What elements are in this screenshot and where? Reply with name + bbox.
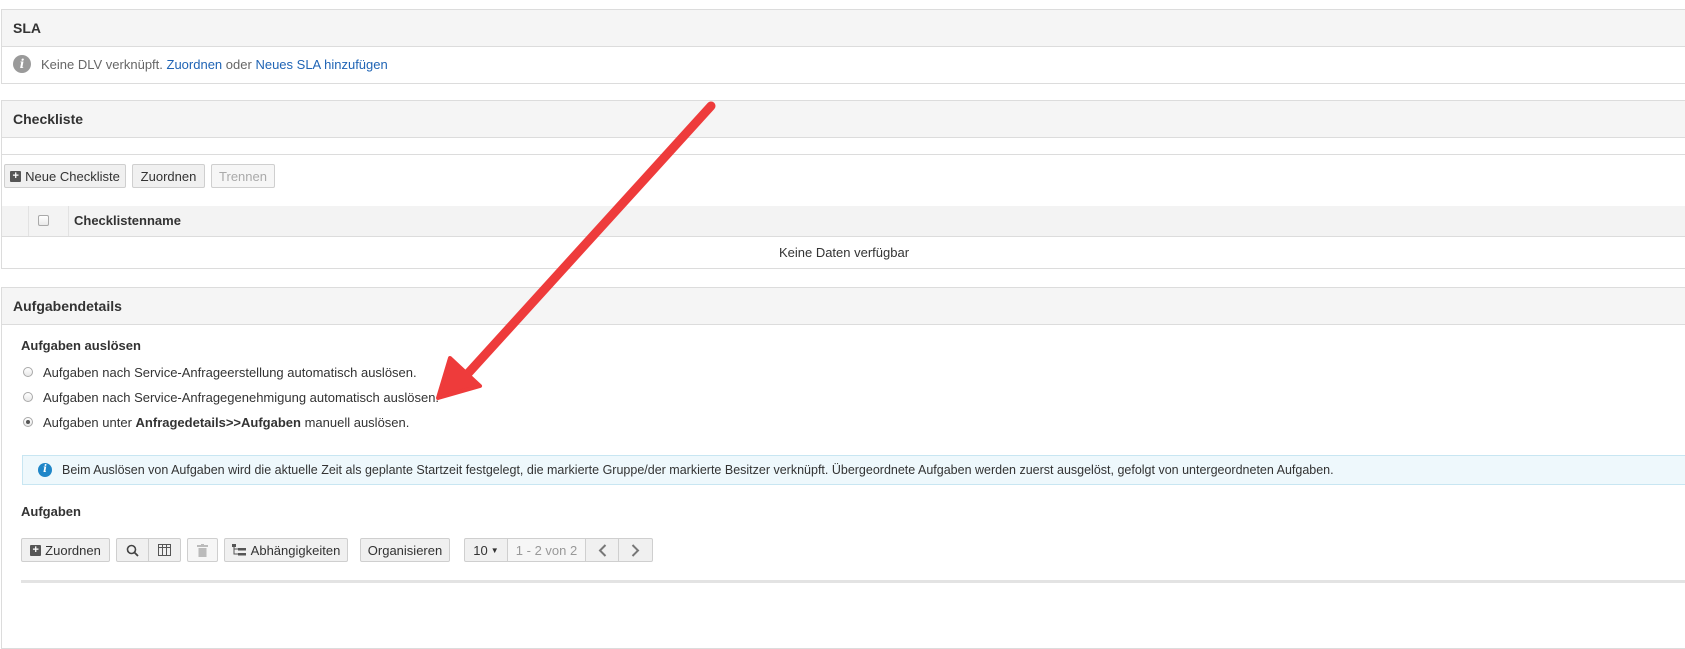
- page-size-select[interactable]: 10 ▼: [464, 538, 508, 562]
- search-icon: [126, 544, 139, 557]
- radio-option-1[interactable]: Aufgaben nach Service-Anfrageerstellung …: [23, 363, 417, 381]
- chevron-right-icon: [631, 543, 640, 557]
- info-icon: i: [13, 55, 31, 73]
- checklist-section: Checkliste + Neue Checkliste Zuordnen Tre…: [1, 100, 1685, 269]
- sla-message-row: i Keine DLV verknüpft. Zuordnen oder Neu…: [13, 55, 388, 73]
- tasks-list-label: Aufgaben: [21, 504, 81, 519]
- select-all-checkbox[interactable]: [38, 215, 49, 226]
- checklist-title: Checkliste: [2, 101, 1685, 138]
- divider: [2, 154, 1685, 155]
- trash-icon: [197, 543, 208, 557]
- dependencies-button[interactable]: Abhängigkeiten: [224, 538, 348, 562]
- sla-title: SLA: [2, 10, 1685, 47]
- columns-button[interactable]: [148, 538, 181, 562]
- next-page-button[interactable]: [618, 538, 653, 562]
- checklist-name-header[interactable]: Checklistenname: [74, 213, 181, 228]
- radio-button[interactable]: [23, 392, 33, 402]
- tasks-table-top-border: [21, 580, 1685, 583]
- trigger-label: Aufgaben auslösen: [21, 338, 141, 353]
- search-button[interactable]: [116, 538, 149, 562]
- delete-button[interactable]: [187, 538, 218, 562]
- radio-option-3[interactable]: Aufgaben unter Anfragedetails>>Aufgaben …: [23, 413, 409, 431]
- plus-icon: +: [30, 544, 42, 556]
- info-banner: i Beim Auslösen von Aufgaben wird die ak…: [22, 455, 1685, 485]
- plus-icon: +: [10, 170, 22, 182]
- chevron-left-icon: [598, 543, 606, 557]
- tasks-assign-button[interactable]: + Zuordnen: [21, 538, 110, 562]
- checklist-detach-button[interactable]: Trennen: [211, 164, 275, 188]
- sla-assign-link[interactable]: Zuordnen: [167, 57, 223, 72]
- sla-message: Keine DLV verknüpft.: [41, 56, 163, 72]
- tasks-title: Aufgabendetails: [2, 288, 1685, 325]
- page-range: 1 - 2 von 2: [507, 538, 586, 562]
- info-icon: i: [38, 463, 52, 477]
- columns-icon: [158, 544, 171, 556]
- checklist-assign-button[interactable]: Zuordnen: [132, 164, 205, 188]
- col-spacer: [2, 206, 29, 236]
- new-checklist-button[interactable]: + Neue Checkliste: [4, 164, 126, 188]
- info-text: Beim Auslösen von Aufgaben wird die aktu…: [62, 463, 1334, 477]
- radio-button[interactable]: [23, 367, 33, 377]
- caret-down-icon: ▼: [490, 545, 499, 555]
- sla-or-text: oder: [225, 56, 252, 72]
- hierarchy-icon: [231, 544, 246, 556]
- organize-button[interactable]: Organisieren: [360, 538, 450, 562]
- sla-new-link[interactable]: Neues SLA hinzufügen: [255, 57, 387, 72]
- radio-button-selected[interactable]: [23, 417, 33, 427]
- sla-section: SLA i Keine DLV verknüpft. Zuordnen oder…: [1, 9, 1685, 84]
- checklist-empty-text: Keine Daten verfügbar: [778, 245, 910, 260]
- prev-page-button[interactable]: [585, 538, 619, 562]
- col-divider: [68, 206, 69, 236]
- radio-option-2[interactable]: Aufgaben nach Service-Anfragegenehmigung…: [23, 388, 439, 406]
- checklist-table-header: Checklistenname: [2, 206, 1685, 237]
- tasks-section: Aufgabendetails Aufgaben auslösen Aufgab…: [1, 287, 1685, 649]
